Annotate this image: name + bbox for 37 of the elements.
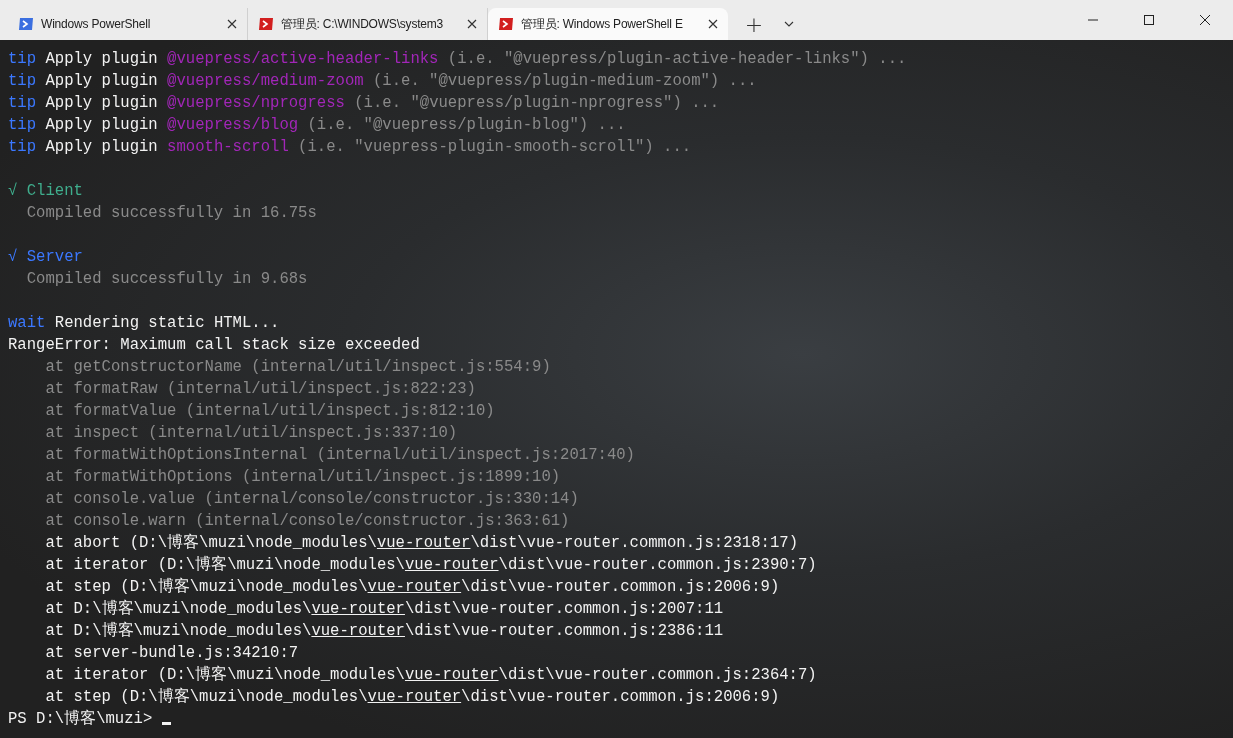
terminal-line: at server-bundle.js:34210:7 xyxy=(44,643,299,664)
close-icon[interactable] xyxy=(467,19,477,29)
terminal-line: at iterator (D:\博客\muzi\node_modules\vue-router\dist\vue-router.common.js:2364:7) xyxy=(44,664,817,686)
terminal-line: at iterator (D:\博客\muzi\node_modules\vue-router\dist\vue-router.common.js:2390:7) xyxy=(44,554,817,576)
close-icon[interactable] xyxy=(227,19,237,29)
terminal-line: at console.warn (internal/console/constructor.js:363:61) xyxy=(44,511,570,532)
text-cursor xyxy=(161,722,171,725)
terminal-line: at step (D:\博客\muzi\node_modules\vue-router\dist\vue-router.common.js:2006:9) xyxy=(44,686,780,708)
terminal-line: tip Apply plugin @vuepress/active-header-links (i.e. "@vuepress/plugin-active-header-links") ... xyxy=(8,49,907,70)
terminal-line: tip Apply plugin @vuepress/nprogress (i.e. "@vuepress/plugin-nprogress") ... xyxy=(8,93,720,114)
terminal-line: wait Rendering static HTML... xyxy=(8,313,280,334)
terminal-line: Compiled successfully in 16.75s xyxy=(25,203,317,224)
terminal-line: at console.value (internal/console/constructor.js:330:14) xyxy=(44,489,579,510)
new-tab-button[interactable]: + xyxy=(736,8,772,40)
terminal-line: tip Apply plugin @vuepress/medium-zoom (i.e. "@vuepress/plugin-medium-zoom") ... xyxy=(8,71,757,92)
terminal-line: at getConstructorName (internal/util/inspect.js:554:9) xyxy=(44,357,551,378)
close-icon[interactable] xyxy=(708,19,718,29)
close-icon[interactable] xyxy=(1200,15,1210,25)
terminal-line: at formatValue (internal/util/inspect.js:812:10) xyxy=(44,401,495,422)
terminal-line: at D:\博客\muzi\node_modules\vue-router\dist\vue-router.common.js:2386:11 xyxy=(44,620,724,642)
chevron-down-icon[interactable] xyxy=(784,21,794,27)
terminal-line: RangeError: Maximum call stack size exceeded xyxy=(8,335,420,356)
terminal-line: at abort (D:\博客\muzi\node_modules\vue-router\dist\vue-router.common.js:2318:17) xyxy=(44,532,798,554)
terminal-prompt: PS D:\博客\muzi> xyxy=(8,708,154,730)
terminal-line: at formatWithOptions (internal/util/inspect.js:1899:10) xyxy=(44,467,561,488)
terminal-line: Compiled successfully in 9.68s xyxy=(25,269,308,290)
terminal-line: √ Server xyxy=(8,247,83,268)
terminal-line: at D:\博客\muzi\node_modules\vue-router\dist\vue-router.common.js:2007:11 xyxy=(44,598,724,620)
terminal-line: at formatWithOptionsInternal (internal/util/inspect.js:2017:40) xyxy=(44,445,635,466)
terminal-tab[interactable]: 管理员: Windows PowerShell E xyxy=(488,8,728,40)
terminal-line: at formatRaw (internal/util/inspect.js:822:23) xyxy=(44,379,476,400)
terminal-line: at inspect (internal/util/inspect.js:337:10) xyxy=(44,423,458,444)
maximize-icon[interactable] xyxy=(1144,15,1154,25)
terminal-line: √ Client xyxy=(8,181,83,202)
terminal-line: tip Apply plugin @vuepress/blog (i.e. "@vuepress/plugin-blog") ... xyxy=(8,115,626,136)
terminal-line: tip Apply plugin smooth-scroll (i.e. "vuepress-plugin-smooth-scroll") ... xyxy=(8,137,692,158)
terminal-line: at step (D:\博客\muzi\node_modules\vue-router\dist\vue-router.common.js:2006:9) xyxy=(44,576,780,598)
